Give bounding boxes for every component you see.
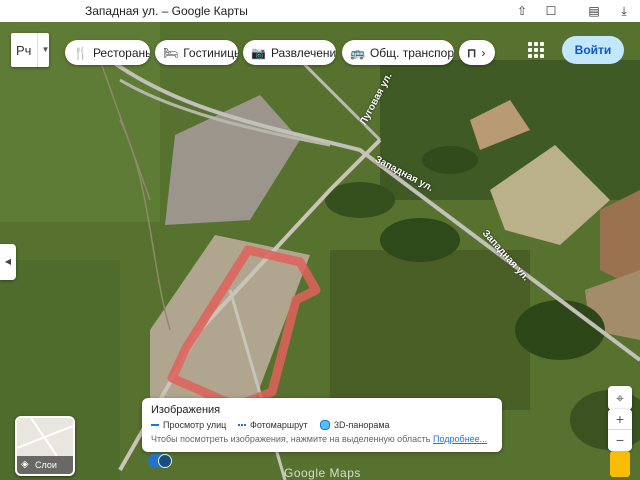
zoom-in-button[interactable]: + bbox=[608, 409, 632, 430]
legend-label: 3D-панорама bbox=[334, 420, 390, 430]
window-title: Западная ул. – Google Карты bbox=[85, 4, 248, 18]
layers-icon: ◈ bbox=[21, 459, 29, 470]
layers-label: Слои bbox=[35, 460, 57, 470]
circle-icon bbox=[320, 420, 330, 430]
legend-street-view: Просмотр улиц bbox=[151, 420, 226, 430]
download-icon[interactable]: ⤓ bbox=[616, 3, 632, 19]
transit-icon: 🚌 bbox=[350, 45, 365, 60]
chip-label: Развлечения bbox=[270, 45, 336, 60]
chip-hotels[interactable]: 🛏 Гостиницы bbox=[155, 40, 238, 65]
legend-label: Фотомаршрут bbox=[250, 420, 308, 430]
more-link[interactable]: Подробнее... bbox=[433, 434, 487, 444]
imagery-panel: Изображения Просмотр улиц Фотомаршрут 3D… bbox=[142, 398, 502, 452]
apps-grid-icon[interactable] bbox=[528, 42, 546, 60]
window-titlebar: Западная ул. – Google Карты ⇧ ☐ ▤ ⤓ bbox=[0, 0, 640, 22]
hotel-icon: 🛏 bbox=[163, 45, 179, 60]
language-code: Рч bbox=[16, 42, 32, 58]
restaurant-icon: 🍴 bbox=[73, 45, 88, 60]
chevron-down-icon: ▼ bbox=[37, 33, 49, 67]
language-selector[interactable]: Рч ▼ bbox=[11, 33, 49, 67]
imagery-toggle[interactable] bbox=[148, 454, 172, 468]
chip-label: Гостиницы bbox=[183, 45, 238, 60]
my-location-button[interactable]: ⌖ bbox=[608, 386, 632, 410]
bookmark-icon[interactable]: ☐ bbox=[543, 3, 559, 19]
login-button[interactable]: Войти bbox=[562, 36, 624, 64]
collapse-panel-button[interactable]: ◀ bbox=[0, 244, 16, 280]
legend-label: Просмотр улиц bbox=[163, 420, 227, 430]
toggle-knob bbox=[158, 454, 172, 468]
pegman-icon[interactable] bbox=[610, 451, 630, 477]
chip-transit[interactable]: 🚌 Общ. транспорт bbox=[342, 40, 454, 65]
legend-photo-route: Фотомаршрут bbox=[238, 420, 308, 430]
legend-3d-panorama: 3D-панорама bbox=[320, 420, 390, 430]
hint-text: Чтобы посмотреть изображения, нажмите на… bbox=[151, 434, 431, 444]
zoom-controls: + − bbox=[608, 409, 632, 451]
share-icon[interactable]: ⇧ bbox=[514, 3, 530, 19]
dotted-line-icon bbox=[238, 424, 246, 426]
pharmacy-icon: ⊓ bbox=[467, 45, 477, 60]
reader-icon[interactable]: ▤ bbox=[586, 3, 602, 19]
location-icon: ⌖ bbox=[616, 390, 624, 406]
zoom-out-button[interactable]: − bbox=[608, 430, 632, 450]
chevron-left-icon: ◀ bbox=[4, 257, 12, 266]
solid-line-icon bbox=[151, 424, 159, 426]
map-watermark: Google Maps bbox=[284, 466, 361, 480]
imagery-panel-title: Изображения bbox=[151, 404, 221, 416]
layers-thumbnail bbox=[17, 418, 73, 457]
chip-entertainment[interactable]: 📷 Развлечения bbox=[243, 40, 336, 65]
layers-button[interactable]: Слои ◈ bbox=[15, 416, 75, 476]
chip-label: Рестораны bbox=[92, 45, 150, 60]
chip-restaurants[interactable]: 🍴 Рестораны bbox=[65, 40, 150, 65]
camera-icon: 📷 bbox=[251, 45, 266, 60]
chip-label: Общ. транспорт bbox=[369, 45, 454, 60]
imagery-hint: Чтобы посмотреть изображения, нажмите на… bbox=[151, 434, 487, 444]
chevron-right-icon[interactable]: › bbox=[481, 46, 485, 60]
chip-more-partial[interactable]: ⊓ › bbox=[459, 40, 495, 65]
